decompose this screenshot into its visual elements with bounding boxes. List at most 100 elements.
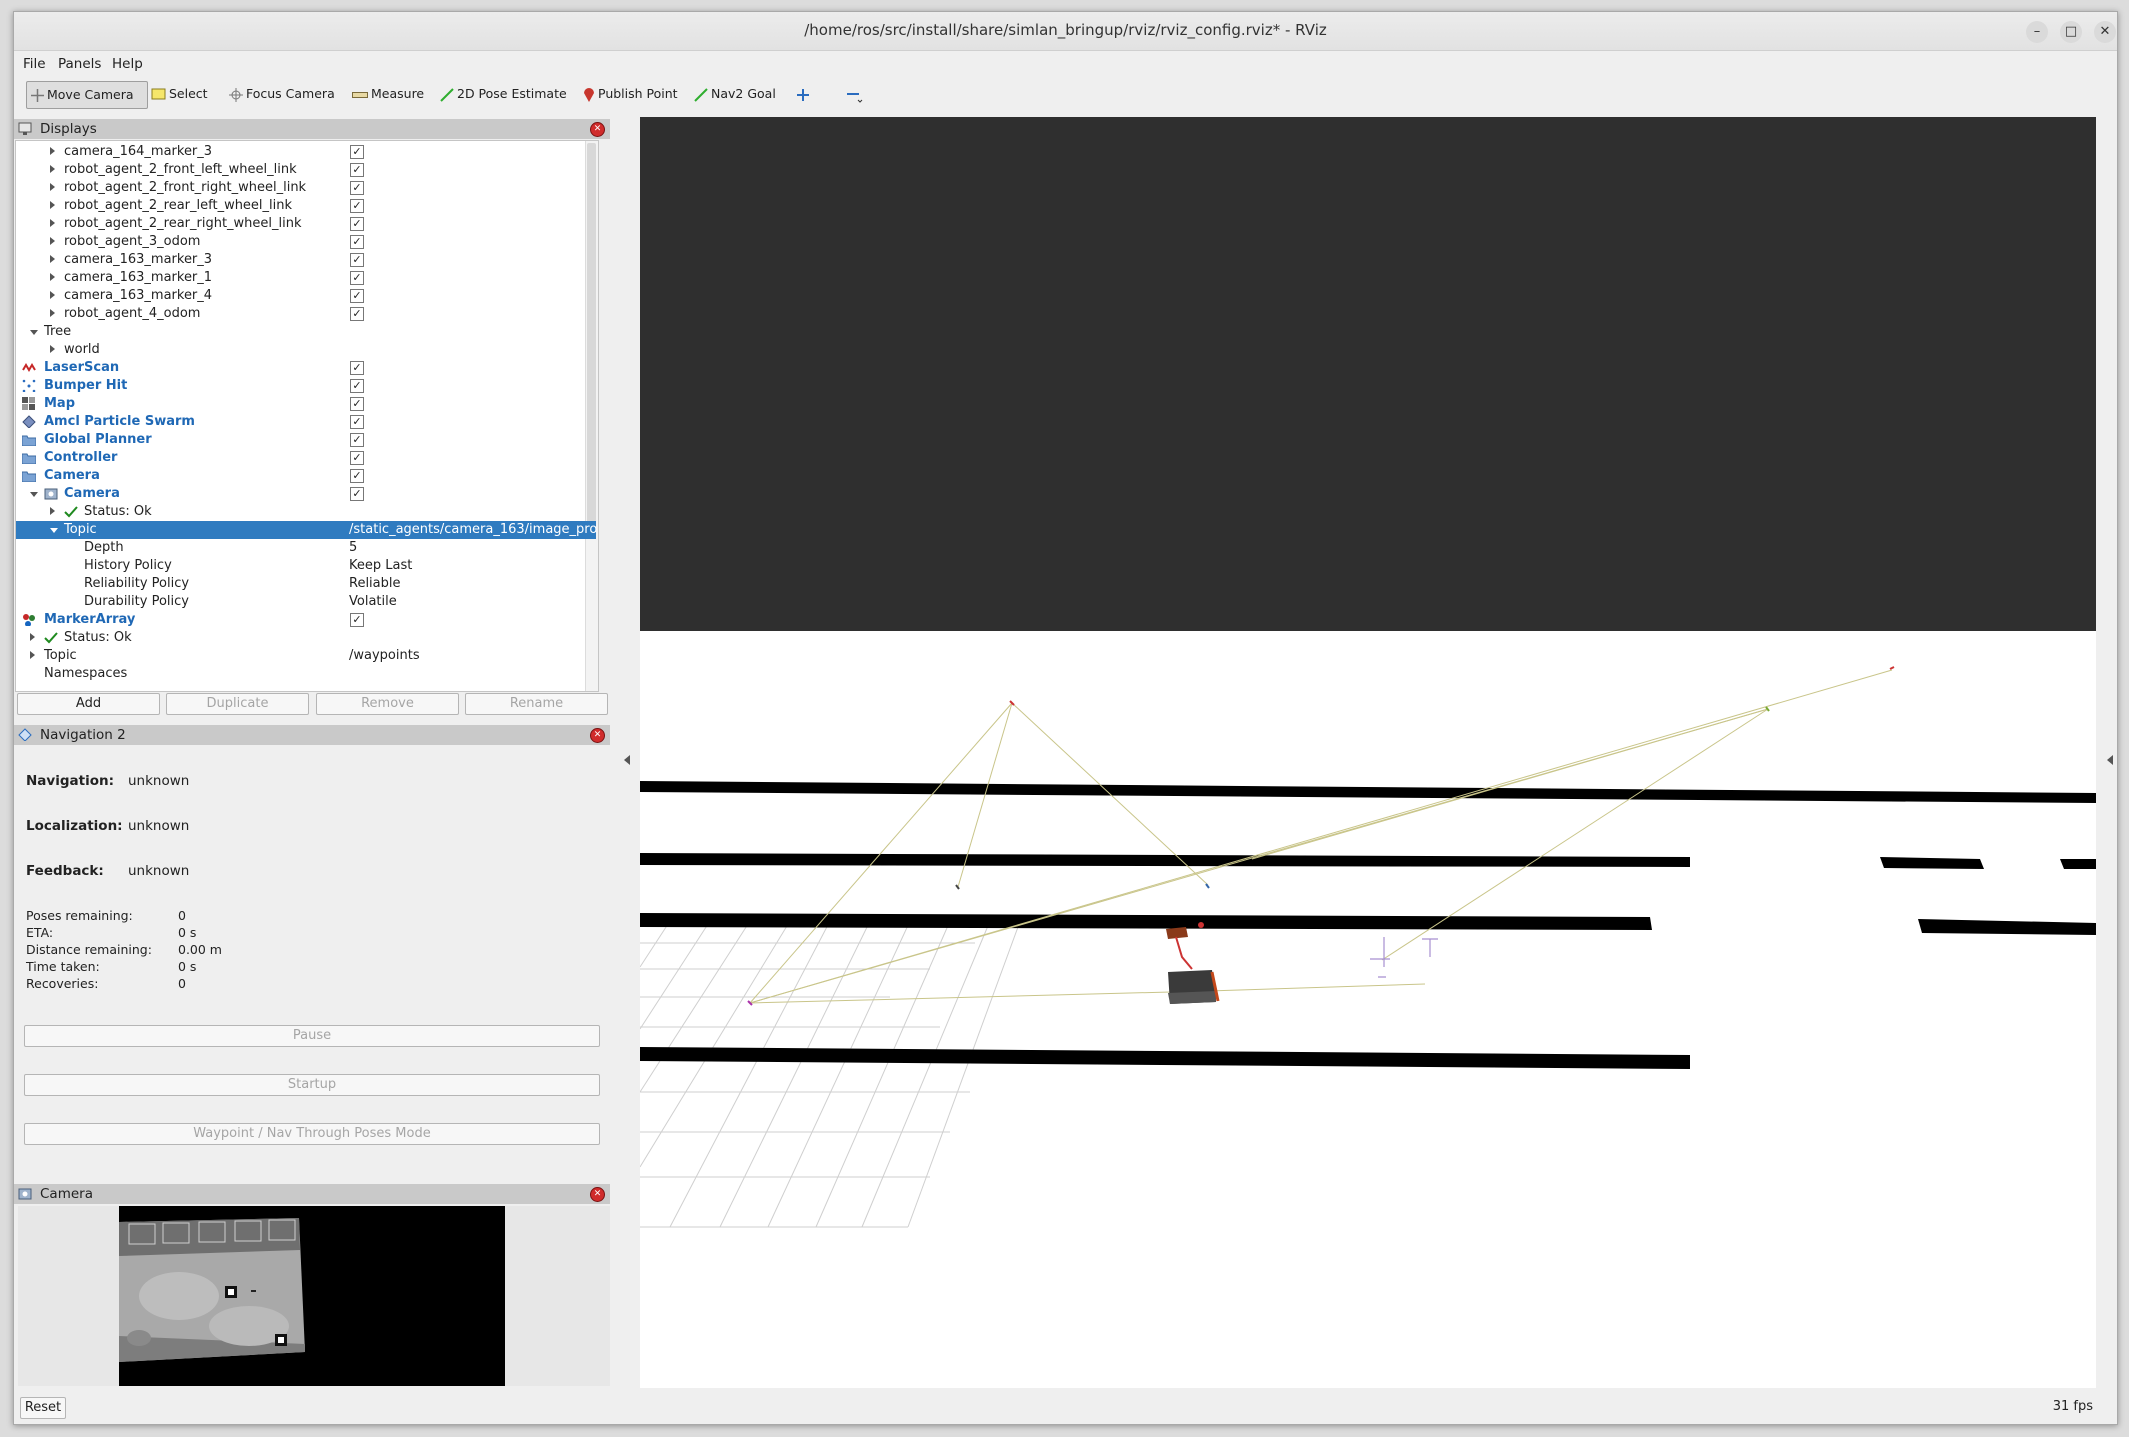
localization-value: unknown <box>128 818 190 834</box>
startup-button[interactable]: Startup <box>24 1074 600 1096</box>
visibility-checkbox[interactable]: ✓ <box>350 451 364 465</box>
dock-splitter[interactable] <box>620 115 634 1390</box>
tree-row-label: camera_163_marker_3 <box>64 252 213 267</box>
menu-help[interactable]: Help <box>112 56 143 72</box>
menu-panels[interactable]: Panels <box>58 56 101 72</box>
visibility-checkbox[interactable]: ✓ <box>350 379 364 393</box>
tree-row[interactable]: camera_163_marker_1 ✓ <box>16 269 596 287</box>
add-display-button[interactable]: Add <box>17 693 160 715</box>
visibility-checkbox[interactable]: ✓ <box>350 397 364 411</box>
menu-file[interactable]: File <box>23 56 46 72</box>
marker-array-icon <box>23 614 35 626</box>
add-tool-button[interactable] <box>792 81 813 107</box>
tree-row[interactable]: camera_163_marker_4 ✓ <box>16 287 596 305</box>
display-camera-group[interactable]: Camera ✓ <box>16 467 596 485</box>
collapse-right-icon[interactable] <box>2106 755 2114 765</box>
focus-camera-icon <box>229 87 243 102</box>
history-policy-value[interactable]: Keep Last <box>349 558 412 573</box>
visibility-checkbox[interactable]: ✓ <box>350 181 364 195</box>
remove-display-button[interactable]: Remove <box>316 693 459 715</box>
marker-topic-value[interactable]: /waypoints <box>349 648 420 663</box>
durability-policy-value[interactable]: Volatile <box>349 594 397 609</box>
visibility-checkbox[interactable]: ✓ <box>350 235 364 249</box>
close-window-button[interactable]: ✕ <box>2094 21 2116 43</box>
camera-topic-row[interactable]: Topic /static_agents/camera_163/image_pr… <box>16 521 598 539</box>
visibility-checkbox[interactable]: ✓ <box>350 145 364 159</box>
camera-view-area <box>18 1206 610 1386</box>
pose-estimate-tool[interactable]: 2D Pose Estimate <box>436 81 567 107</box>
tree-row[interactable]: robot_agent_3_odom ✓ <box>16 233 596 251</box>
visibility-checkbox[interactable]: ✓ <box>350 361 364 375</box>
display-camera[interactable]: Camera ✓ <box>16 485 596 503</box>
camera-status-row[interactable]: Status: Ok <box>16 503 596 521</box>
display-bumper-hit[interactable]: Bumper Hit ✓ <box>16 377 596 395</box>
tree-row-tree[interactable]: Tree <box>16 323 596 341</box>
right-dock-splitter[interactable] <box>2103 115 2117 1390</box>
visibility-checkbox[interactable]: ✓ <box>350 217 364 231</box>
reliability-policy-value[interactable]: Reliable <box>349 576 401 591</box>
rename-display-button[interactable]: Rename <box>465 693 608 715</box>
tree-row-label: robot_agent_4_odom <box>64 306 201 321</box>
tree-row[interactable]: camera_164_marker_3 ✓ <box>16 143 596 161</box>
visibility-checkbox[interactable]: ✓ <box>350 433 364 447</box>
select-tool[interactable]: Select <box>147 81 208 107</box>
reset-button[interactable]: Reset <box>20 1397 66 1419</box>
folder-icon <box>22 453 36 464</box>
minimize-button[interactable]: – <box>2026 21 2048 43</box>
visibility-checkbox[interactable]: ✓ <box>350 469 364 483</box>
display-markerarray[interactable]: MarkerArray ✓ <box>16 611 596 629</box>
depth-row[interactable]: Depth 5 <box>16 539 596 557</box>
tree-row[interactable]: robot_agent_2_rear_right_wheel_link ✓ <box>16 215 596 233</box>
tree-row[interactable]: robot_agent_2_front_left_wheel_link ✓ <box>16 161 596 179</box>
visibility-checkbox[interactable]: ✓ <box>350 487 364 501</box>
tree-row[interactable]: robot_agent_2_rear_left_wheel_link ✓ <box>16 197 596 215</box>
visibility-checkbox[interactable]: ✓ <box>350 271 364 285</box>
move-camera-tool[interactable]: Move Camera <box>26 81 148 109</box>
duplicate-display-button[interactable]: Duplicate <box>166 693 309 715</box>
topic-value[interactable]: /static_agents/camera_163/image_pro... <box>349 522 598 537</box>
render-viewport[interactable] <box>640 117 2096 1388</box>
visibility-checkbox[interactable]: ✓ <box>350 253 364 267</box>
display-controller[interactable]: Controller ✓ <box>16 449 596 467</box>
tree-row-label: Status: Ok <box>64 630 132 645</box>
display-laserscan[interactable]: LaserScan ✓ <box>16 359 596 377</box>
maximize-button[interactable]: □ <box>2060 21 2082 43</box>
measure-tool[interactable]: Measure <box>348 81 424 107</box>
move-camera-label: Move Camera <box>47 87 134 102</box>
tree-row[interactable]: camera_163_marker_3 ✓ <box>16 251 596 269</box>
tree-row[interactable]: robot_agent_2_front_right_wheel_link ✓ <box>16 179 596 197</box>
displays-tree[interactable]: camera_164_marker_3 ✓ robot_agent_2_front… <box>15 140 599 692</box>
visibility-checkbox[interactable]: ✓ <box>350 415 364 429</box>
remove-tool-button[interactable] <box>842 81 867 107</box>
visibility-checkbox[interactable]: ✓ <box>350 163 364 177</box>
publish-point-tool[interactable]: Publish Point <box>579 81 678 107</box>
focus-camera-tool[interactable]: Focus Camera <box>225 81 335 107</box>
display-amcl-particle-swarm[interactable]: Amcl Particle Swarm ✓ <box>16 413 596 431</box>
nav2-goal-tool[interactable]: Nav2 Goal <box>690 81 776 107</box>
reliability-policy-row[interactable]: Reliability Policy Reliable <box>16 575 596 593</box>
pause-button[interactable]: Pause <box>24 1025 600 1047</box>
durability-policy-row[interactable]: Durability Policy Volatile <box>16 593 596 611</box>
navigation-close-icon[interactable]: ✕ <box>590 728 605 743</box>
camera-close-icon[interactable]: ✕ <box>590 1187 605 1202</box>
title-bar[interactable]: /home/ros/src/install/share/simlan_bring… <box>14 12 2117 51</box>
display-map[interactable]: Map ✓ <box>16 395 596 413</box>
visibility-checkbox[interactable]: ✓ <box>350 199 364 213</box>
waypoint-mode-button[interactable]: Waypoint / Nav Through Poses Mode <box>24 1123 600 1145</box>
display-global-planner[interactable]: Global Planner ✓ <box>16 431 596 449</box>
nav2-diamond-icon <box>18 728 32 741</box>
displays-close-icon[interactable]: ✕ <box>590 122 605 137</box>
tree-row[interactable]: robot_agent_4_odom ✓ <box>16 305 596 323</box>
history-policy-row[interactable]: History Policy Keep Last <box>16 557 596 575</box>
collapse-left-icon[interactable] <box>623 755 631 765</box>
visibility-checkbox[interactable]: ✓ <box>350 613 364 627</box>
namespaces-row[interactable]: Namespaces <box>16 665 596 683</box>
scene-3d[interactable] <box>640 117 2096 1388</box>
depth-value[interactable]: 5 <box>349 540 357 555</box>
marker-topic-row[interactable]: Topic/waypoints <box>16 647 596 665</box>
eta-label: ETA: <box>26 925 54 940</box>
visibility-checkbox[interactable]: ✓ <box>350 289 364 303</box>
visibility-checkbox[interactable]: ✓ <box>350 307 364 321</box>
marker-status-row[interactable]: Status: Ok <box>16 629 596 647</box>
tree-row-world[interactable]: world <box>16 341 596 359</box>
